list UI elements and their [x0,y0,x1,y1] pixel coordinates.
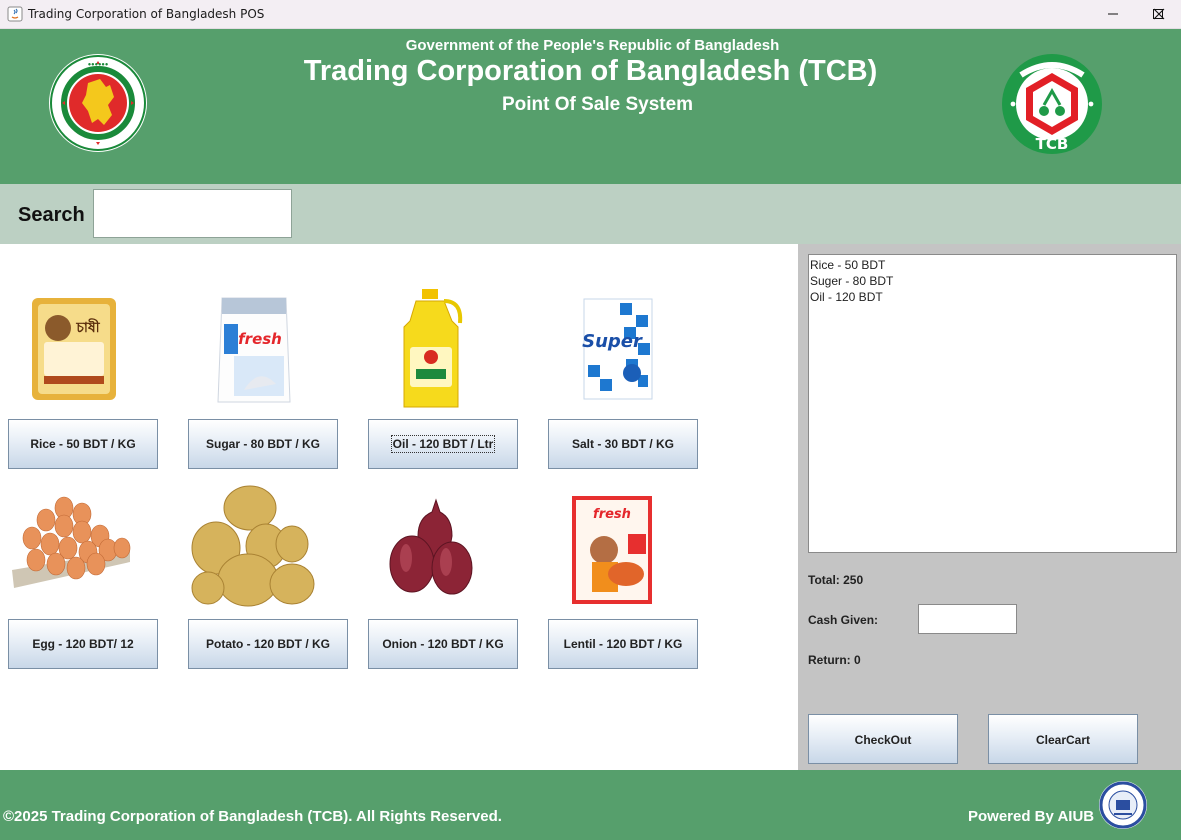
rice-bag-icon[interactable]: চাষী [28,296,120,402]
tcb-logo-icon: TCB [1002,54,1102,154]
sugar-bag-icon[interactable]: fresh [214,294,294,410]
java-app-icon [7,6,23,22]
return-label: Return: 0 [808,653,861,667]
window-titlebar: Trading Corporation of Bangladesh POS [0,0,1181,29]
onions-icon[interactable] [388,498,498,598]
close-button[interactable] [1136,0,1181,29]
cart-list[interactable]: Rice - 50 BDT Suger - 80 BDT Oil - 120 B… [808,254,1177,553]
svg-text:TCB: TCB [1036,135,1069,153]
product-button-lentil[interactable]: Lentil - 120 BDT / KG [548,619,698,669]
search-input[interactable] [93,189,292,238]
powered-by-text: Powered By AIUB [968,808,1095,825]
cart-item[interactable]: Oil - 120 BDT [810,289,1176,305]
potatoes-icon[interactable] [188,484,318,612]
search-label: Search [18,204,85,226]
checkout-button[interactable]: CheckOut [808,714,958,764]
cart-item[interactable]: Suger - 80 BDT [810,273,1176,289]
clear-cart-button[interactable]: ClearCart [988,714,1138,764]
cart-item[interactable]: Rice - 50 BDT [810,257,1176,273]
product-button-oil[interactable]: Oil - 120 BDT / Ltr [368,419,518,469]
product-grid: চাষী fresh Super fresh Rice - 50 BDT / K… [0,244,798,770]
svg-text:Super: Super [582,331,643,352]
svg-text:fresh: fresh [238,330,282,348]
product-button-sugar[interactable]: Sugar - 80 BDT / KG [188,419,338,469]
footer: ©2025 Trading Corporation of Bangladesh … [0,770,1181,840]
aiub-seal-icon [1099,781,1147,829]
product-button-potato[interactable]: Potato - 120 BDT / KG [188,619,348,669]
svg-text:fresh: fresh [593,507,631,522]
egg-tray-icon[interactable] [10,496,132,592]
maximize-button[interactable] [1090,0,1163,29]
header-banner: ꔷꔷꔷꔷꔷꔷ Government of the People's Republ… [0,29,1181,184]
cash-given-label: Cash Given: [808,613,879,627]
oil-bottle-icon[interactable] [400,287,464,413]
product-button-salt[interactable]: Salt - 30 BDT / KG [548,419,698,469]
header-government-text: Government of the People's Republic of B… [405,37,780,54]
product-button-egg[interactable]: Egg - 120 BDT/ 12 [8,619,158,669]
cash-given-input[interactable] [918,604,1017,634]
salt-pack-icon[interactable]: Super [580,295,656,403]
product-button-rice[interactable]: Rice - 50 BDT / KG [8,419,158,469]
copyright-text: ©2025 Trading Corporation of Bangladesh … [3,808,502,825]
window-title: Trading Corporation of Bangladesh POS [28,7,265,21]
close-icon [1153,8,1165,20]
product-button-onion[interactable]: Onion - 120 BDT / KG [368,619,518,669]
lentil-pack-icon[interactable]: fresh [570,494,654,606]
svg-text:চাষী: চাষী [75,318,100,336]
cart-panel: Rice - 50 BDT Suger - 80 BDT Oil - 120 B… [798,244,1181,770]
total-label: Total: 250 [808,573,864,587]
search-bar: Search [0,184,1181,244]
